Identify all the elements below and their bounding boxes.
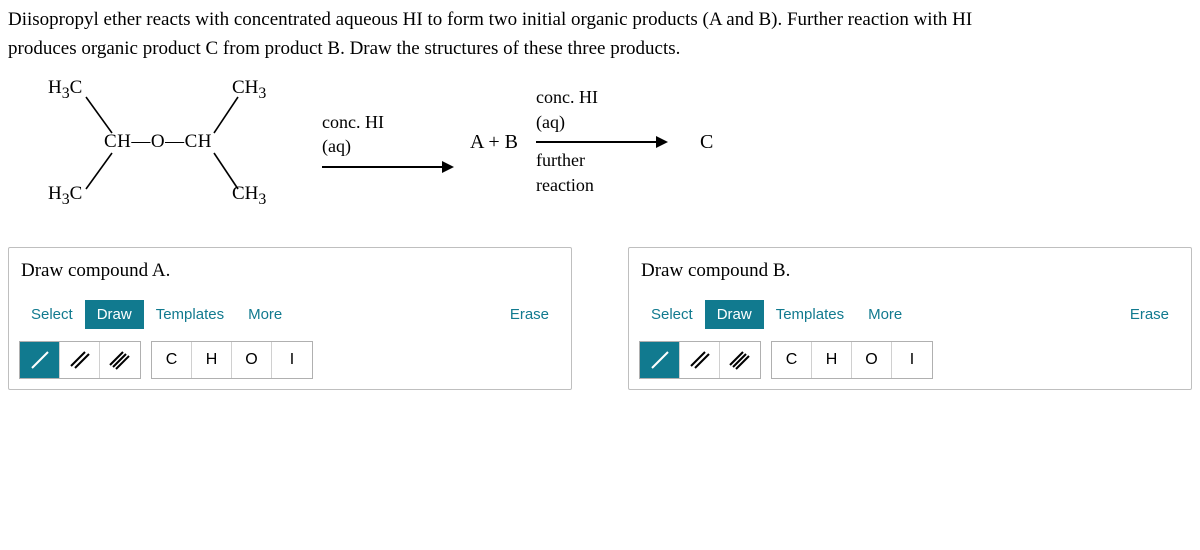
atom-group: C H O I bbox=[151, 341, 313, 379]
reaction-step1: conc. HI (aq) bbox=[322, 77, 452, 207]
step2-condition2: reaction bbox=[536, 174, 594, 197]
triple-bond-icon bbox=[728, 348, 752, 372]
panel-title: Draw compound B. bbox=[639, 260, 1181, 282]
reactant-molecule: H3C CH3 CH—O—CH H3C CH3 bbox=[32, 77, 312, 207]
tab-row: Select Draw Templates More Erase bbox=[19, 300, 561, 329]
mol-label-bl: H3C bbox=[48, 183, 82, 209]
tool-row: C H O I bbox=[639, 341, 1181, 379]
tab-draw[interactable]: Draw bbox=[705, 300, 764, 329]
erase-button[interactable]: Erase bbox=[1118, 300, 1181, 329]
reaction-scheme: H3C CH3 CH—O—CH H3C CH3 conc. HI (aq) A … bbox=[32, 77, 1192, 207]
tab-more[interactable]: More bbox=[856, 300, 914, 329]
question-line1: Diisopropyl ether reacts with concentrat… bbox=[8, 9, 972, 30]
panel-compound-a: Draw compound A. Select Draw Templates M… bbox=[8, 247, 572, 390]
bond-group bbox=[19, 341, 141, 379]
atom-button-i[interactable]: I bbox=[892, 342, 932, 378]
panel-title: Draw compound A. bbox=[19, 260, 561, 282]
triple-bond-button[interactable] bbox=[100, 342, 140, 378]
erase-button[interactable]: Erase bbox=[498, 300, 561, 329]
reaction-step2: conc. HI (aq) further reaction bbox=[536, 77, 666, 207]
drawing-panels: Draw compound A. Select Draw Templates M… bbox=[8, 247, 1192, 390]
atom-button-c[interactable]: C bbox=[152, 342, 192, 378]
triple-bond-icon bbox=[108, 348, 132, 372]
mol-label-tr: CH3 bbox=[232, 77, 266, 103]
arrow-icon bbox=[322, 166, 452, 168]
step1-solvent: (aq) bbox=[322, 135, 351, 158]
step1-reagent: conc. HI bbox=[322, 111, 384, 134]
tab-row: Select Draw Templates More Erase bbox=[639, 300, 1181, 329]
atom-button-o[interactable]: O bbox=[852, 342, 892, 378]
double-bond-button[interactable] bbox=[680, 342, 720, 378]
double-bond-button[interactable] bbox=[60, 342, 100, 378]
atom-group: C H O I bbox=[771, 341, 933, 379]
tab-templates[interactable]: Templates bbox=[764, 300, 856, 329]
single-bond-button[interactable] bbox=[20, 342, 60, 378]
single-bond-button[interactable] bbox=[640, 342, 680, 378]
atom-button-h[interactable]: H bbox=[192, 342, 232, 378]
question-line2: produces organic product C from product … bbox=[8, 38, 680, 59]
mol-label-br: CH3 bbox=[232, 183, 266, 209]
tab-templates[interactable]: Templates bbox=[144, 300, 236, 329]
double-bond-icon bbox=[688, 348, 712, 372]
bond-group bbox=[639, 341, 761, 379]
double-bond-icon bbox=[68, 348, 92, 372]
arrow-icon bbox=[536, 141, 666, 143]
mol-label-tl: H3C bbox=[48, 77, 82, 103]
step2-solvent: (aq) bbox=[536, 111, 565, 134]
panel-compound-b: Draw compound B. Select Draw Templates M… bbox=[628, 247, 1192, 390]
atom-button-i[interactable]: I bbox=[272, 342, 312, 378]
step2-condition1: further bbox=[536, 149, 585, 172]
mol-label-center: CH—O—CH bbox=[104, 131, 212, 153]
products-ab: A + B bbox=[462, 77, 526, 207]
single-bond-icon bbox=[28, 348, 52, 372]
atom-button-c[interactable]: C bbox=[772, 342, 812, 378]
tab-select[interactable]: Select bbox=[19, 300, 85, 329]
question-text: Diisopropyl ether reacts with concentrat… bbox=[8, 6, 1192, 63]
triple-bond-button[interactable] bbox=[720, 342, 760, 378]
single-bond-icon bbox=[648, 348, 672, 372]
atom-button-o[interactable]: O bbox=[232, 342, 272, 378]
tab-draw[interactable]: Draw bbox=[85, 300, 144, 329]
tab-select[interactable]: Select bbox=[639, 300, 705, 329]
tool-row: C H O I bbox=[19, 341, 561, 379]
tab-more[interactable]: More bbox=[236, 300, 294, 329]
product-c: C bbox=[676, 77, 721, 207]
step2-reagent: conc. HI bbox=[536, 86, 598, 109]
atom-button-h[interactable]: H bbox=[812, 342, 852, 378]
